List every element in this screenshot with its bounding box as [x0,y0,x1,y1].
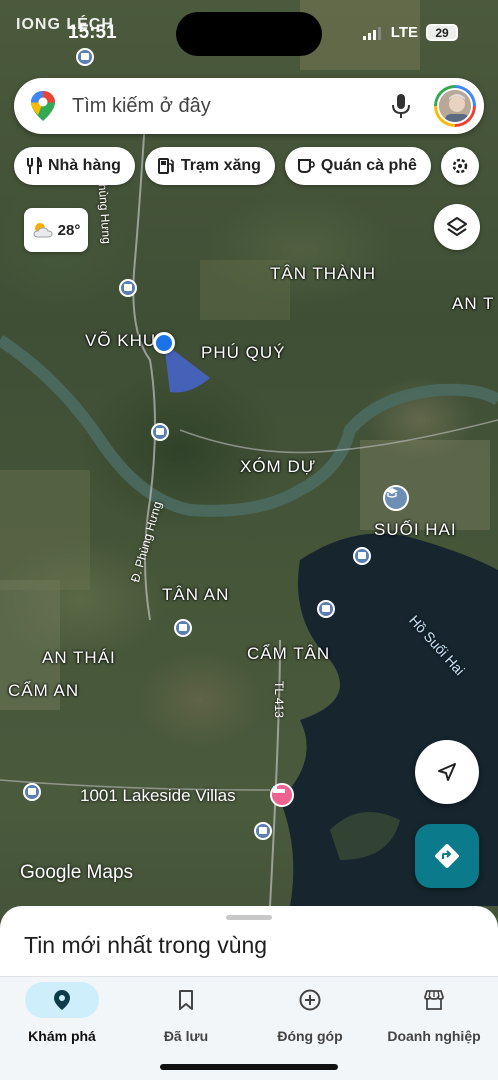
home-indicator[interactable] [160,1064,338,1070]
partly-cloudy-icon [33,223,53,238]
bus-stop-icon[interactable] [76,48,94,66]
bus-stop-icon[interactable] [151,423,169,441]
layers-icon [447,217,467,236]
nav-saved[interactable]: Đã lưu [124,977,248,1057]
weather-badge[interactable]: 28° [24,208,88,252]
place-label-tan-thanh: TÂN THÀNH [270,264,376,283]
bookmark-icon [179,990,193,1010]
category-chips: Nhà hàng Trạm xăng Quán cà phê [14,147,479,185]
nav-saved-icon-wrap [149,982,223,1018]
chip-coffee[interactable]: Quán cà phê [284,147,431,185]
nav-business[interactable]: Doanh nghiệp [372,977,496,1057]
sheet-drag-handle[interactable] [226,915,272,920]
place-label-xom-du: XÓM DỰ [240,457,317,476]
place-label-cam-an: CẨM AN [8,681,80,700]
add-circle-icon [299,989,321,1011]
nav-contribute-icon-wrap [273,982,347,1018]
explore-pin-icon [54,990,70,1010]
avatar-photo [437,88,473,124]
bus-stop-icon[interactable] [23,783,41,801]
chip-restaurant[interactable]: Nhà hàng [14,147,135,185]
chip-gas-station-label: Trạm xăng [180,157,261,174]
school-icon[interactable] [383,485,409,511]
chip-restaurant-label: Nhà hàng [48,157,121,174]
status-time: 15:51 [68,22,117,43]
nav-business-icon-wrap [397,982,471,1018]
chip-gas-station[interactable]: Trạm xăng [144,147,275,185]
bus-stop-icon[interactable] [119,279,137,297]
nav-explore[interactable]: Khám phá [0,977,124,1057]
place-label-suoi-hai: SUỐI HAI [374,520,457,539]
place-label-an-thai: AN THÁI [42,648,116,667]
restaurant-icon [27,157,42,174]
place-label-phu-quy: PHÚ QUÝ [201,343,286,362]
nav-business-label: Doanh nghiệp [387,1028,481,1044]
my-location-button[interactable] [415,740,479,804]
bus-stop-icon[interactable] [353,547,371,565]
coffee-icon [297,159,315,173]
weather-temp: 28° [57,221,81,239]
avatar[interactable] [434,85,476,127]
bottom-sheet[interactable]: Tin mới nhất trong vùng [0,906,498,986]
google-maps-pin-icon [31,91,55,121]
bus-stop-icon[interactable] [174,619,192,637]
road-label-tl413: TL 413 [272,681,286,718]
hotel-icon[interactable] [270,783,294,807]
directions-icon [435,844,459,868]
bus-stop-icon[interactable] [254,822,272,840]
current-location-dot[interactable] [153,332,175,354]
signal-icon [362,26,381,40]
layers-button[interactable] [434,204,480,250]
directions-button[interactable] [415,824,479,888]
dynamic-island [176,12,322,56]
sheet-title: Tin mới nhất trong vùng [24,932,268,958]
place-label-an-t: AN T [452,294,495,313]
navigation-arrow-icon [438,763,456,781]
place-label-cam-tan: CẨM TÂN [247,644,331,663]
nav-explore-icon-wrap [25,982,99,1018]
more-icon [452,158,468,174]
nav-explore-label: Khám phá [28,1028,96,1044]
place-label-tan-an: TÂN AN [162,585,230,604]
poi-label-lakeside-villas[interactable]: 1001 Lakeside Villas [80,786,236,806]
nav-contribute[interactable]: Đóng góp [248,977,372,1057]
chip-coffee-label: Quán cà phê [320,157,417,174]
google-maps-watermark: Google Maps [20,862,134,883]
nav-contribute-label: Đóng góp [277,1028,343,1044]
status-indicators: LTE 29 [362,24,458,41]
bus-stop-icon[interactable] [317,600,335,618]
place-label-vo-khu: VÕ KHU [85,331,157,350]
battery-icon: 29 [426,24,458,41]
status-bar: IONG LÉCH 15:51 LTE 29 [0,0,498,56]
store-icon [424,990,444,1010]
search-input[interactable]: Tìm kiếm ở đây [72,95,390,118]
nav-saved-label: Đã lưu [163,1028,209,1044]
microphone-icon[interactable] [390,93,412,119]
network-type: LTE [390,24,418,41]
search-bar[interactable]: Tìm kiếm ở đây [14,78,484,134]
gas-station-icon [157,158,174,174]
chip-more[interactable] [440,147,479,185]
